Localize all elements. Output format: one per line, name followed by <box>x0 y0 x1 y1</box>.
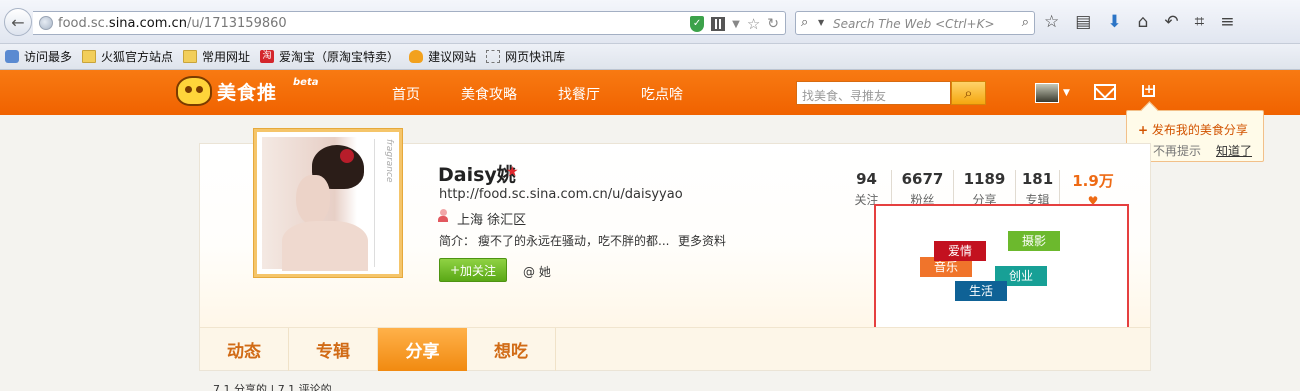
profile-url[interactable]: http://food.sc.sina.com.cn/u/daisyyao <box>439 187 683 202</box>
dont-show-label: 不再提示 <box>1153 144 1202 158</box>
browser-search-placeholder: Search The Web <Ctrl+K> <box>833 17 995 31</box>
vip-star-icon: ★ <box>506 164 519 180</box>
profile-location: 上海 徐汇区 <box>457 213 527 228</box>
gear-icon <box>5 50 19 63</box>
bio-label: 简介： <box>439 234 476 248</box>
folder-icon <box>82 50 97 63</box>
menu-icon[interactable]: ≡ <box>1220 12 1234 32</box>
webslice-icon <box>486 50 501 63</box>
chevron-down-icon[interactable]: ▼ <box>1063 88 1070 98</box>
undo-icon[interactable]: ↶ <box>1164 12 1178 32</box>
bookmark-firefox-sites[interactable]: 火狐官方站点 <box>82 48 173 65</box>
site-search-button[interactable]: ⌕ <box>951 81 986 105</box>
tag-cloud: 音乐 爱情 摄影 创业 生活 <box>874 204 1129 342</box>
got-it-link[interactable]: 知道了 <box>1216 142 1252 159</box>
mail-icon[interactable] <box>1094 84 1116 100</box>
globe-icon <box>39 16 53 30</box>
beta-badge: beta <box>293 77 319 88</box>
browser-toolbar: ← food.sc.sina.com.cn/u/1713159860 ✓ ▼ ☆… <box>0 0 1300 44</box>
profile-photo[interactable]: fragrance <box>254 129 402 277</box>
home-icon[interactable]: ⌂ <box>1138 12 1149 32</box>
tag-life[interactable]: 生活 <box>955 281 1007 301</box>
tab-activity[interactable]: 动态 <box>200 328 289 371</box>
back-button[interactable]: ← <box>4 8 32 36</box>
profile-name: Daisy姚 <box>438 164 516 186</box>
url-dropdown-icon[interactable]: ▼ <box>732 19 740 30</box>
tab-shares[interactable]: 分享 <box>378 328 467 371</box>
bookmark-common-sites[interactable]: 常用网址 <box>183 48 250 65</box>
profile-stats: 94 关注 6677 粉丝 1189 分享 181 专辑 1.9万 ♥ <box>842 170 1126 208</box>
stat-fans[interactable]: 6677 粉丝 <box>892 170 954 208</box>
tab-want-to-eat[interactable]: 想吃 <box>467 328 556 371</box>
post-share-icon[interactable]: + <box>1142 83 1155 97</box>
refresh-icon[interactable]: ↻ <box>767 16 779 32</box>
portrait-image: fragrance <box>262 137 394 271</box>
search-engine-dropdown-icon[interactable]: ▼ <box>818 18 824 27</box>
taobao-icon: 淘 <box>260 50 275 63</box>
stat-albums[interactable]: 181 专辑 <box>1016 170 1060 208</box>
download-icon[interactable]: ⬇ <box>1107 12 1121 32</box>
crop-icon[interactable]: ⌗ <box>1195 12 1205 32</box>
user-avatar[interactable] <box>1035 83 1059 103</box>
shield-icon[interactable]: ✓ <box>690 16 705 32</box>
search-engine-icon[interactable]: ⌕ <box>801 15 808 30</box>
stat-following[interactable]: 94 关注 <box>842 170 892 208</box>
bulb-icon <box>409 50 424 63</box>
follow-button[interactable]: + 加关注 <box>439 258 507 282</box>
publish-share-link[interactable]: + 发布我的美食分享 <box>1138 121 1248 138</box>
bookmark-most-visited[interactable]: 访问最多 <box>5 48 72 65</box>
profile-tabs: 动态 专辑 分享 想吃 <box>200 327 1150 371</box>
sub-filter-bar: 7 1 分享的 | 7 1 评论的 <box>213 383 332 391</box>
mention-button[interactable]: @ 她 <box>523 263 551 280</box>
nav-find-restaurant[interactable]: 找餐厅 <box>558 84 600 104</box>
bio-text: 瘦不了的永远在骚动，吃不胖的都... <box>478 234 670 248</box>
plus-icon: + <box>449 263 461 277</box>
logo-text: 美食推 <box>217 81 278 104</box>
stat-likes[interactable]: 1.9万 ♥ <box>1060 170 1126 208</box>
site-header: 美食推 beta 首页 美食攻略 找餐厅 吃点啥 找美食、寻推友 ⌕ ▼ + <box>0 70 1300 115</box>
nav-home[interactable]: 首页 <box>392 84 420 104</box>
search-go-icon[interactable]: ⌕ <box>1022 15 1029 30</box>
tab-albums[interactable]: 专辑 <box>289 328 378 371</box>
qrcode-icon[interactable] <box>711 17 726 31</box>
bookmarks-bar: 访问最多 火狐官方站点 常用网址 淘爱淘宝（原淘宝特卖） 建议网站 网页快讯库 <box>0 44 1300 70</box>
site-search-input[interactable]: 找美食、寻推友 <box>796 81 951 105</box>
bookmark-suggested[interactable]: 建议网站 <box>409 48 476 65</box>
search-icon: ⌕ <box>964 84 973 102</box>
bookmark-star-icon[interactable]: ☆ <box>1044 12 1059 32</box>
url-bar[interactable]: food.sc.sina.com.cn/u/1713159860 ✓ ▼ ☆ ↻ <box>33 11 786 35</box>
main-nav: 首页 美食攻略 找餐厅 吃点啥 <box>392 84 724 104</box>
stat-shares[interactable]: 1189 分享 <box>954 170 1016 208</box>
browser-search-box[interactable]: ⌕ ▼ Search The Web <Ctrl+K> ⌕ <box>795 11 1035 35</box>
person-icon <box>438 209 448 222</box>
logo-cat-icon <box>176 76 212 106</box>
back-arrow-icon: ← <box>11 12 25 32</box>
bookmarks-list-icon[interactable]: ▤ <box>1075 12 1091 32</box>
tag-photography[interactable]: 摄影 <box>1008 231 1060 251</box>
nav-what-to-eat[interactable]: 吃点啥 <box>641 84 683 104</box>
bookmark-star-icon[interactable]: ☆ <box>747 15 760 33</box>
bookmark-taobao[interactable]: 淘爱淘宝（原淘宝特卖） <box>260 48 399 65</box>
nav-food-guide[interactable]: 美食攻略 <box>461 84 517 104</box>
more-info-link[interactable]: 更多资料 <box>678 232 726 249</box>
tag-love[interactable]: 爱情 <box>934 241 986 261</box>
folder-icon <box>183 50 198 63</box>
site-logo[interactable]: 美食推 beta <box>176 76 318 106</box>
site-search-placeholder: 找美食、寻推友 <box>802 89 887 103</box>
bookmark-webslice[interactable]: 网页快讯库 <box>486 48 565 65</box>
url-text: food.sc.sina.com.cn/u/1713159860 <box>58 16 287 31</box>
